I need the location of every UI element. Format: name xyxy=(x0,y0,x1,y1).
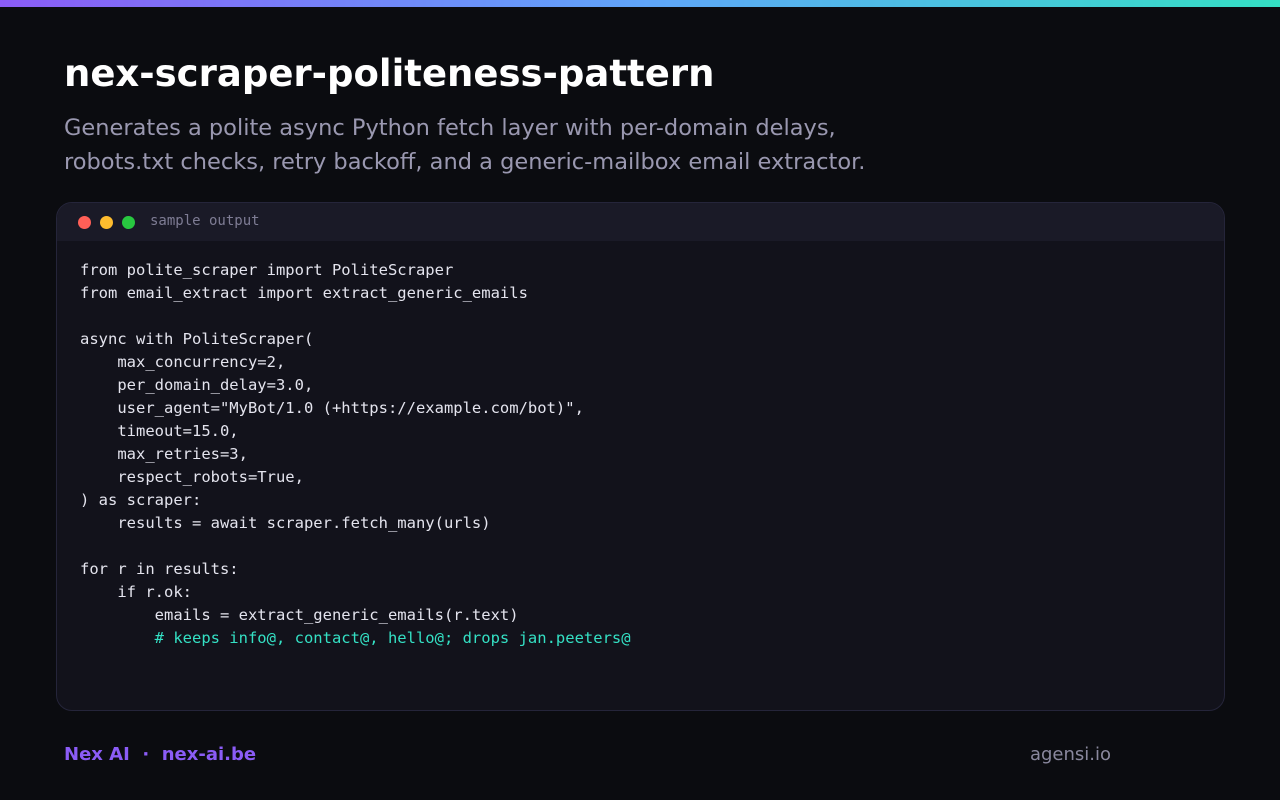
code-window-label: sample output xyxy=(150,213,260,229)
page-title: nex-scraper-politeness-pattern xyxy=(64,52,715,95)
minimize-dot-icon xyxy=(100,216,113,229)
code-line: from polite_scraper import PoliteScraper xyxy=(80,261,454,279)
footer-brand: Nex AI · nex-ai.be xyxy=(64,744,256,765)
code-line: if r.ok: xyxy=(80,583,192,601)
code-line: results = await scraper.fetch_many(urls) xyxy=(80,514,491,532)
code-line: timeout=15.0, xyxy=(80,422,239,440)
code-line: max_retries=3, xyxy=(80,445,248,463)
code-line: per_domain_delay=3.0, xyxy=(80,376,314,394)
code-comment-line: # keeps info@, contact@, hello@; drops j… xyxy=(80,629,631,647)
code-window: sample output from polite_scraper import… xyxy=(56,202,1225,711)
subtitle-line: Generates a polite async Python fetch la… xyxy=(64,115,836,141)
page-subtitle: Generates a polite async Python fetch la… xyxy=(64,111,964,179)
maximize-dot-icon xyxy=(122,216,135,229)
code-line: emails = extract_generic_emails(r.text) xyxy=(80,606,519,624)
code-line: respect_robots=True, xyxy=(80,468,304,486)
subtitle-line: robots.txt checks, retry backoff, and a … xyxy=(64,149,866,175)
code-line: from email_extract import extract_generi… xyxy=(80,284,528,302)
code-window-header: sample output xyxy=(57,203,1224,241)
top-gradient-bar xyxy=(0,0,1280,7)
footer-separator: · xyxy=(142,744,150,765)
code-line: ) as scraper: xyxy=(80,491,202,509)
brand-name: Nex AI xyxy=(64,744,130,765)
footer-credit-link[interactable]: agensi.io xyxy=(1030,744,1111,765)
brand-site-link[interactable]: nex-ai.be xyxy=(162,744,256,765)
close-dot-icon xyxy=(78,216,91,229)
code-block: from polite_scraper import PoliteScraper… xyxy=(80,259,631,650)
code-line: async with PoliteScraper( xyxy=(80,330,314,348)
code-line: user_agent="MyBot/1.0 (+https://example.… xyxy=(80,399,584,417)
code-line: max_concurrency=2, xyxy=(80,353,286,371)
code-line: for r in results: xyxy=(80,560,239,578)
